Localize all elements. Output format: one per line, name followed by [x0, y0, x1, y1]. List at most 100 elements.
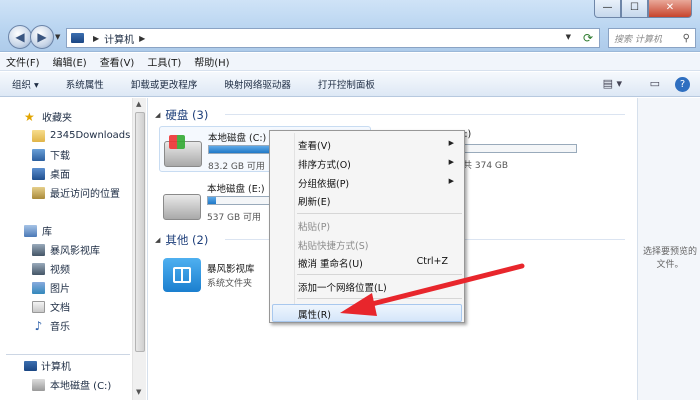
music-note-icon: ♪ — [34, 318, 43, 333]
chevron-right-icon[interactable]: ▶ — [139, 34, 145, 43]
window-pane-icon — [173, 267, 191, 283]
nav-divider — [6, 354, 130, 355]
folder-icon — [32, 129, 45, 142]
menu-item-paste-shortcut[interactable]: 粘贴快捷方式(S) — [298, 238, 368, 252]
map-network-drive-button[interactable]: 映射网络驱动器 — [224, 77, 291, 91]
recent-pages-dropdown-icon[interactable]: ▼ — [55, 33, 60, 41]
address-dropdown-icon[interactable]: ▼ — [566, 33, 571, 41]
search-placeholder: 搜索 计算机 — [614, 34, 662, 45]
nav-scrollbar[interactable]: ▲ ▼ — [132, 98, 146, 400]
menu-separator — [297, 298, 462, 299]
drive-name: 本地磁盘 (C:) — [208, 133, 267, 144]
nav-item-desktop[interactable]: 桌面 — [32, 165, 70, 182]
back-button[interactable]: ◀ — [8, 25, 32, 49]
nav-label: 计算机 — [41, 362, 71, 373]
menu-item-refresh[interactable]: 刷新(E) — [298, 194, 330, 208]
open-control-panel-button[interactable]: 打开控制面板 — [318, 77, 375, 91]
nav-label: 暴风影视库 — [50, 246, 100, 257]
menu-separator — [297, 213, 462, 214]
videos-icon — [32, 262, 45, 275]
nav-item-downloads[interactable]: 下载 — [32, 146, 70, 163]
close-button[interactable]: ✕ — [648, 0, 692, 18]
uninstall-program-button[interactable]: 卸载或更改程序 — [131, 77, 198, 91]
group-divider — [225, 114, 625, 115]
nav-item-music[interactable]: ♪ 音乐 — [32, 317, 70, 334]
nav-label: 本地磁盘 (C:) — [50, 381, 112, 392]
window-controls: — ☐ ✕ — [594, 0, 692, 18]
organize-button[interactable]: 组织 ▾ — [12, 77, 39, 91]
forward-button[interactable]: ▶ — [30, 25, 54, 49]
view-options-icon[interactable]: ▤ ▾ — [603, 77, 622, 90]
nav-item-videos[interactable]: 视频 — [32, 260, 70, 277]
preview-pane-icon[interactable]: ▭ — [650, 77, 660, 90]
nav-label: 文档 — [50, 303, 70, 314]
downloads-icon — [32, 148, 45, 161]
menu-help[interactable]: 帮助(H) — [194, 54, 229, 69]
group-header-hard-disks[interactable]: ◢ 硬盘 (3) — [155, 107, 635, 123]
pictures-icon — [32, 281, 45, 294]
recent-places-icon — [32, 186, 45, 199]
scroll-down-icon[interactable]: ▼ — [136, 388, 141, 396]
drive-name: 本地磁盘 (E:) — [207, 184, 265, 195]
star-icon: ★ — [24, 109, 35, 124]
nav-item-baofeng-library[interactable]: 暴风影视库 — [32, 241, 100, 258]
collapse-triangle-icon[interactable]: ◢ — [155, 111, 160, 119]
menu-item-add-network-location[interactable]: 添加一个网络位置(L) — [298, 280, 387, 294]
baofeng-library-icon — [32, 243, 45, 256]
hard-drive-icon — [163, 194, 201, 220]
menu-item-undo-rename[interactable]: 撤消 重命名(U) — [298, 256, 363, 270]
nav-item-local-disk-c[interactable]: 本地磁盘 (C:) — [32, 376, 111, 393]
address-area: — ☐ ✕ ◀ ▶ ▼ ▶ 计算机 ▶ ▼ ⟳ 搜索 计算机 ⚲ — [0, 0, 700, 52]
computer-icon — [71, 33, 84, 43]
menu-item-sort-by[interactable]: 排序方式(O) — [298, 157, 351, 171]
baofeng-library-icon — [163, 258, 201, 292]
menu-edit[interactable]: 编辑(E) — [53, 54, 87, 69]
nav-label: 2345Downloads — [50, 130, 131, 141]
windows-logo-icon — [169, 135, 185, 149]
help-icon[interactable]: ? — [675, 77, 690, 92]
documents-icon — [32, 300, 45, 313]
nav-item-documents[interactable]: 文档 — [32, 298, 70, 315]
nav-label: 最近访问的位置 — [50, 189, 120, 200]
chevron-right-icon[interactable]: ▶ — [93, 34, 99, 43]
nav-libraries[interactable]: 库 — [24, 222, 52, 239]
search-input[interactable]: 搜索 计算机 ⚲ — [608, 28, 696, 48]
nav-favorites[interactable]: ★ 收藏夹 — [24, 108, 72, 125]
menu-tools[interactable]: 工具(T) — [147, 54, 181, 69]
search-icon[interactable]: ⚲ — [683, 33, 690, 44]
menu-separator — [297, 274, 462, 275]
library-icon — [24, 224, 37, 237]
nav-label: 库 — [42, 227, 52, 238]
menu-item-view[interactable]: 查看(V) — [298, 138, 331, 152]
address-bar[interactable]: ▶ 计算机 ▶ ▼ ⟳ — [66, 28, 600, 48]
system-drive-icon — [164, 135, 202, 167]
scroll-up-icon[interactable]: ▲ — [136, 100, 141, 108]
item-name: 暴风影视库 — [207, 264, 255, 275]
nav-item-recent-places[interactable]: 最近访问的位置 — [32, 184, 120, 201]
submenu-arrow-icon: ▶ — [448, 158, 454, 166]
breadcrumb-computer[interactable]: 计算机 — [104, 31, 134, 46]
menu-view[interactable]: 查看(V) — [100, 54, 135, 69]
desktop-icon — [32, 167, 45, 180]
preview-message: 选择要预览的文件。 — [642, 247, 697, 270]
collapse-triangle-icon[interactable]: ◢ — [155, 236, 160, 244]
scroll-thumb[interactable] — [135, 112, 145, 352]
nav-item-pictures[interactable]: 图片 — [32, 279, 70, 296]
computer-icon — [24, 360, 37, 371]
system-properties-button[interactable]: 系统属性 — [66, 77, 104, 91]
command-bar: 组织 ▾ 系统属性 卸载或更改程序 映射网络驱动器 打开控制面板 ▤ ▾ ▭ ? — [0, 72, 700, 97]
menu-file[interactable]: 文件(F) — [6, 54, 40, 69]
nav-label: 音乐 — [50, 322, 70, 333]
refresh-icon[interactable]: ⟳ — [583, 31, 593, 45]
menu-item-properties[interactable]: 属性(R) — [298, 307, 331, 321]
hard-drive-icon — [32, 378, 45, 391]
submenu-arrow-icon: ▶ — [448, 177, 454, 185]
menu-bar: 文件(F) 编辑(E) 查看(V) 工具(T) 帮助(H) — [0, 53, 700, 71]
menu-item-paste[interactable]: 粘贴(P) — [298, 219, 330, 233]
context-menu: 查看(V) ▶ 排序方式(O) ▶ 分组依据(P) ▶ 刷新(E) 粘贴(P) … — [269, 130, 465, 323]
maximize-button[interactable]: ☐ — [621, 0, 648, 18]
minimize-button[interactable]: — — [594, 0, 621, 18]
nav-computer[interactable]: 计算机 — [24, 357, 71, 374]
menu-item-group-by[interactable]: 分组依据(P) — [298, 176, 349, 190]
nav-item-2345downloads[interactable]: 2345Downloads — [32, 127, 130, 144]
